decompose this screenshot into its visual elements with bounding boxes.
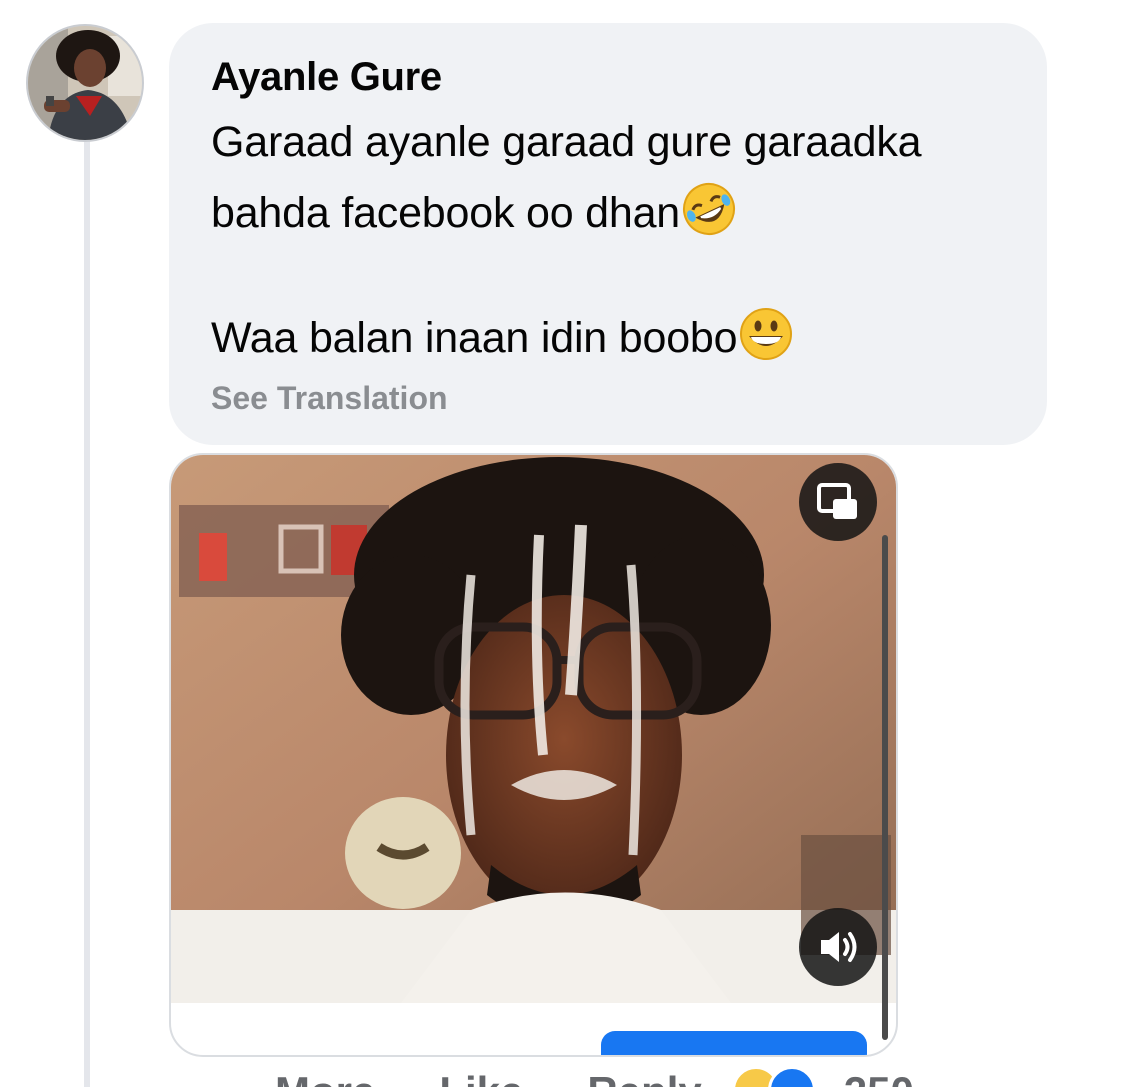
video-attachment[interactable] (169, 453, 898, 1057)
reply-action[interactable]: Reply (587, 1068, 701, 1087)
rolling-on-floor-laughing-icon (683, 183, 736, 235)
video-cta-button[interactable] (601, 1031, 867, 1055)
see-translation-link[interactable]: See Translation (211, 380, 448, 417)
thread-connector-line (84, 140, 90, 1087)
comment-thread: Ayanle Gure Garaad ayanle garaad gure ga… (0, 0, 1125, 1087)
volume-icon (821, 932, 857, 962)
picture-in-picture-icon (817, 483, 857, 519)
comment-text-line-2: bahda facebook oo dhan (211, 181, 737, 238)
avatar[interactable] (26, 24, 144, 142)
comment-text-line-3: Waa balan inaan idin boobo (211, 306, 794, 363)
comment-author-name[interactable]: Ayanle Gure (211, 55, 442, 100)
grinning-face-icon (740, 308, 793, 360)
like-action[interactable]: Like (439, 1068, 523, 1087)
comment-text: Waa balan inaan idin boobo (211, 314, 738, 362)
comment-bubble: Ayanle Gure Garaad ayanle garaad gure ga… (169, 23, 1047, 445)
volume-button[interactable] (799, 908, 877, 986)
video-frame (171, 455, 896, 1003)
video-scrollbar[interactable] (882, 535, 888, 1040)
comment-text: bahda facebook oo dhan (211, 189, 681, 237)
reaction-count[interactable]: 250 (844, 1068, 914, 1087)
avatar-photo (28, 26, 142, 140)
video-player[interactable] (171, 455, 896, 1003)
like-reaction-icon (767, 1066, 816, 1087)
comment-actions: More Like Reply 250 (275, 1066, 914, 1087)
comment-text-line-1: Garaad ayanle garaad gure garaadka (211, 118, 922, 167)
reaction-icons[interactable] (731, 1066, 828, 1087)
more-action[interactable]: More (275, 1068, 375, 1087)
comment-text: Garaad ayanle garaad gure garaadka (211, 118, 922, 166)
picture-in-picture-button[interactable] (799, 463, 877, 541)
